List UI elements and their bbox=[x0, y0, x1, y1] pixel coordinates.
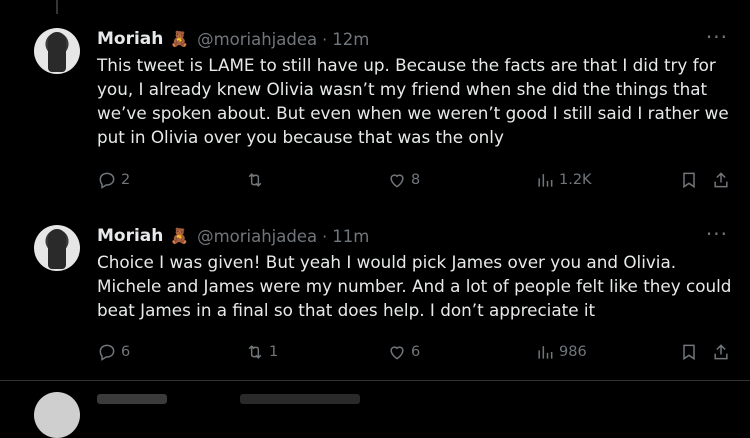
like-count: 6 bbox=[411, 344, 421, 360]
timestamp[interactable]: 12m bbox=[332, 30, 369, 49]
share-icon bbox=[714, 344, 728, 360]
view-count: 1.2K bbox=[559, 172, 592, 188]
tweet-actions: 6 1 6 986 bbox=[97, 342, 737, 366]
teddy-bear-icon: 🧸 bbox=[170, 227, 190, 245]
author-name[interactable]: Moriah bbox=[97, 226, 163, 246]
author-handle[interactable]: @moriahjadea bbox=[197, 227, 317, 246]
views-icon bbox=[538, 346, 553, 359]
reply-icon bbox=[99, 172, 115, 189]
share-button[interactable] bbox=[711, 342, 731, 362]
avatar[interactable] bbox=[34, 225, 80, 271]
separator-dot: · bbox=[322, 29, 328, 49]
teddy-bear-icon: 🧸 bbox=[170, 30, 190, 48]
retweet-button[interactable] bbox=[245, 170, 269, 190]
reply-button[interactable]: 2 bbox=[97, 170, 130, 190]
avatar[interactable] bbox=[34, 392, 80, 438]
more-options-icon[interactable]: ··· bbox=[706, 27, 728, 47]
next-tweet-preview[interactable] bbox=[0, 380, 750, 438]
tweet-header: Moriah 🧸 @moriahjadea · 12m bbox=[97, 27, 369, 51]
tweet-text: Choice I was given! But yeah I would pic… bbox=[97, 252, 732, 320]
retweet-count: 1 bbox=[269, 344, 279, 360]
avatar[interactable] bbox=[34, 28, 80, 74]
retweet-icon bbox=[248, 345, 262, 359]
bookmark-button[interactable] bbox=[679, 170, 699, 190]
bookmark-icon bbox=[683, 344, 695, 361]
bookmark-icon bbox=[683, 172, 695, 189]
like-button[interactable]: 6 bbox=[387, 342, 420, 362]
bookmark-button[interactable] bbox=[679, 342, 699, 362]
author-name[interactable]: Moriah bbox=[97, 29, 163, 49]
views-icon bbox=[538, 174, 553, 187]
author-handle[interactable]: @moriahjadea bbox=[197, 30, 317, 49]
tweet-text: This tweet is LAME to still have up. Bec… bbox=[97, 55, 729, 147]
tweet-header: Moriah 🧸 @moriahjadea · 11m bbox=[97, 224, 369, 248]
views-button[interactable]: 986 bbox=[535, 342, 587, 362]
reply-count: 6 bbox=[121, 344, 131, 360]
author-name-placeholder bbox=[97, 394, 167, 404]
retweet-icon bbox=[248, 173, 262, 187]
heart-icon bbox=[390, 174, 404, 188]
tweet-item[interactable]: Moriah 🧸 @moriahjadea · 11m ··· Choice I… bbox=[0, 208, 750, 381]
tweet-item[interactable]: Moriah 🧸 @moriahjadea · 12m ··· This twe… bbox=[0, 0, 750, 208]
like-count: 8 bbox=[411, 172, 421, 188]
timestamp[interactable]: 11m bbox=[332, 227, 369, 246]
author-handle-placeholder bbox=[240, 394, 360, 404]
separator-dot: · bbox=[322, 226, 328, 246]
retweet-button[interactable]: 1 bbox=[245, 342, 278, 362]
like-button[interactable]: 8 bbox=[387, 170, 420, 190]
share-button[interactable] bbox=[711, 170, 731, 190]
reply-icon bbox=[99, 344, 115, 361]
heart-icon bbox=[390, 346, 404, 360]
share-icon bbox=[714, 172, 728, 188]
reply-button[interactable]: 6 bbox=[97, 342, 130, 362]
tweet-actions: 2 8 1.2K bbox=[97, 170, 737, 194]
views-button[interactable]: 1.2K bbox=[535, 170, 592, 190]
reply-count: 2 bbox=[121, 172, 131, 188]
more-options-icon[interactable]: ··· bbox=[706, 224, 728, 244]
view-count: 986 bbox=[559, 344, 587, 360]
